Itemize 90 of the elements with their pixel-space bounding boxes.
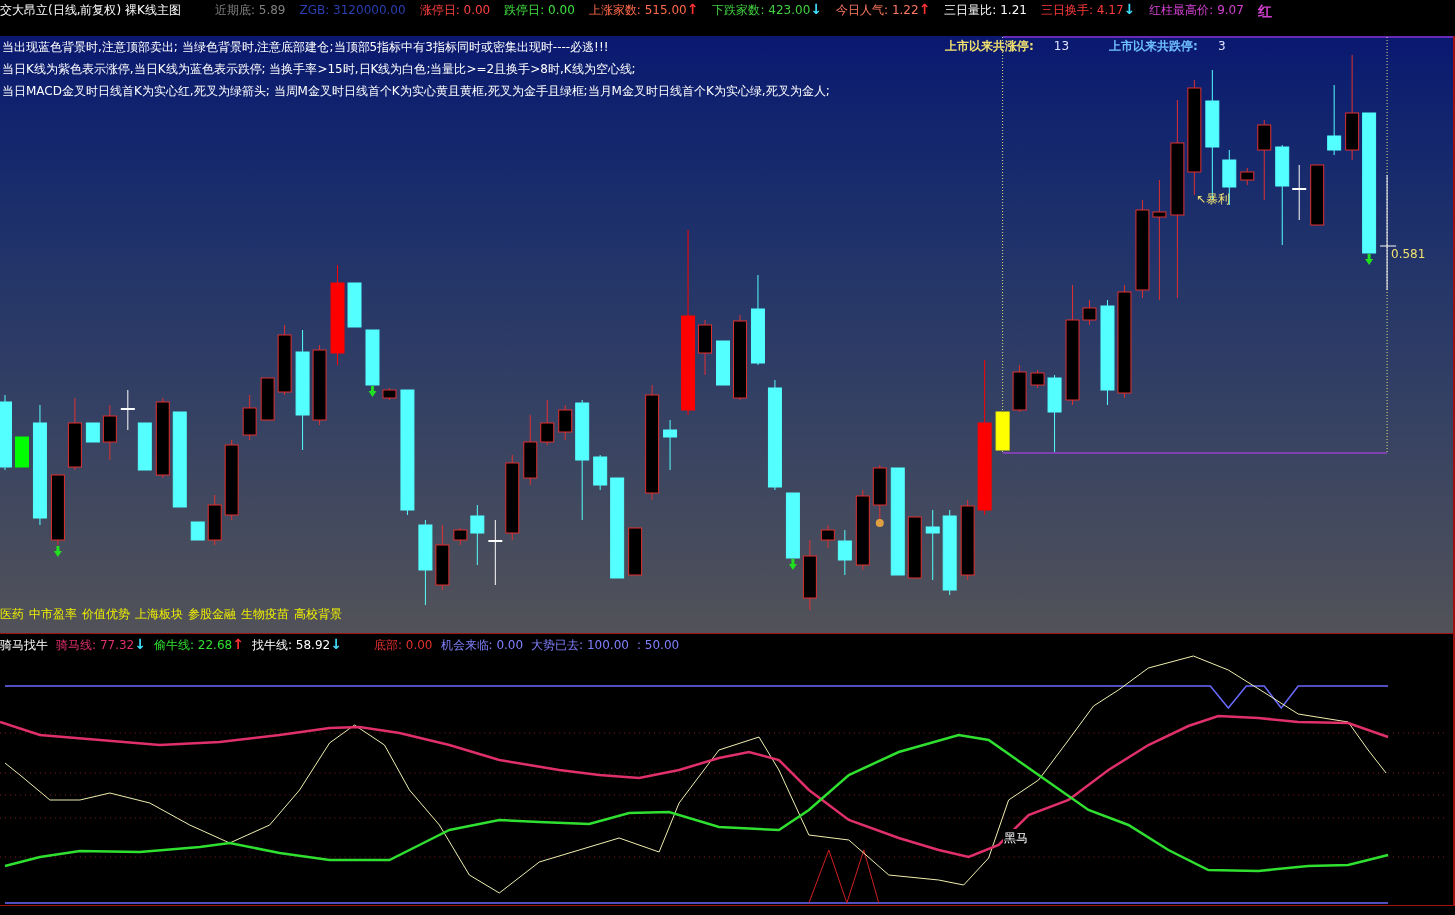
header-stat: 近期底: 5.89 [214,2,286,19]
indicator-value: 底部: 0.00 [373,637,433,654]
trend-arrow: ↓ [330,636,342,654]
profit-label: ↖暴利 [1196,191,1231,208]
sector-tag: 上海板块 [135,605,183,623]
header-stat: ZGB: 3120000.00 [299,2,406,19]
limit-count-label: 上市以来共跌停: [1109,38,1198,55]
candlestick [453,527,468,546]
candlestick [1240,167,1255,186]
header-stat: 今日人气: 1.22 [836,2,919,19]
candlestick [628,527,643,576]
header-stat: 三日换手: 4.17 [1040,2,1124,19]
sector-tag: 价值优势 [82,605,130,623]
candlestick [277,324,292,396]
candlestick [382,387,397,401]
candlestick [119,389,136,431]
limit-count-value: 3 [1217,38,1226,55]
sector-tag: 高校背景 [294,605,342,623]
candlestick [523,414,538,486]
trend-arrow: ↑ [918,1,931,19]
indicator-title: 骑马找牛 [0,637,48,654]
trend-arrow: ↓ [810,1,823,19]
indicator-value: 找牛线: 58.92 [251,637,331,654]
candlestick [925,509,940,581]
trend-arrow: ↓ [1123,1,1136,19]
candlestick [785,492,800,559]
marker-dot-icon [875,519,884,527]
indicator-value: 大势已去: 100.00 [531,637,629,654]
header-stat: 下跌家数: 423.00 [712,2,811,19]
indicator-value: 偷牛线: 22.68 [153,637,233,654]
trend-arrow: ↑ [232,636,244,654]
dark-horse-label: 黑马 [1003,829,1029,847]
indicator-value: 机会来临: 0.00 [440,637,524,654]
header-stat: 红 [1257,2,1272,21]
indicator-value: 骑马线: 77.32 [56,637,135,654]
header-stat: 跌停日: 0.00 [504,2,575,19]
candlestick [995,411,1010,451]
candlestick [190,521,205,541]
sector-tag: 医药 [0,605,24,623]
candlestick [593,454,608,491]
trend-arrow: ↓ [134,636,146,654]
candlestick [50,474,65,546]
candlestick [1012,364,1027,413]
candlestick [558,404,573,441]
down-arrow-icon [53,546,62,557]
candlestick [1082,299,1097,326]
candlestick [1327,84,1342,156]
candlestick [137,422,152,471]
bottom-signal-line [808,849,880,904]
down-arrow-icon [1365,254,1374,265]
candlestick [435,524,450,591]
header-stat: 三日量比: 1.21 [944,2,1027,19]
candlestick [716,340,730,386]
header-stat: 红柱最高价: 9.07 [1149,2,1244,19]
candlestick [487,519,504,586]
note-text: 当日K线为紫色表示涨停,当日K线为蓝色表示跌停; 当换手率>15时,日K线为白色;当量比>=2且换手>8时,K线为空心线; [2,61,637,78]
candlestick [1030,369,1045,389]
candlestick [470,504,485,566]
sector-tag: 中市盈率 [29,605,77,623]
candlestick [540,399,555,446]
candlestick [207,494,222,546]
candlestick [663,419,678,471]
candlestick [698,319,712,376]
candlestick [15,436,29,468]
candlestick [365,329,380,386]
candlestick [347,282,362,328]
candlestick [837,529,852,576]
header-stat: 涨停日: 0.00 [419,2,491,19]
sector-tag: 参股金融 [188,605,236,623]
indicator-value: : 50.00 [636,637,680,654]
candlestick [85,422,100,443]
candlestick [872,464,887,521]
candlestick [260,377,275,421]
candlestick [802,539,817,611]
down-arrow-icon [788,559,797,570]
down-arrow-icon [368,386,377,397]
header-stat: 上涨家数: 515.00 [588,2,687,19]
candlestick [820,524,835,549]
candlestick [907,516,922,579]
price-label: 0.581 [1391,246,1426,263]
limit-count-label: 上市以来共涨停: [945,38,1034,55]
trend-arrow: ↑ [686,1,699,19]
limit-count-value: 13 [1053,38,1070,55]
note-text: 当日MACD金叉时日线首K为实心红,死叉为绿箭头; 当周M金叉时日线首个K为实心黄且黄框,死叉为金手且绿框;当月M金叉时日线首个K为实心绿,死叉为金人; [2,83,830,100]
chart-title: 交大昂立(日线,前复权) 裸K线主图 [0,2,181,19]
note-text: 当出现蓝色背景时,注意顶部卖出; 当绿色背景时,注意底部建仓;当顶部5指标中有3指标同时或密集出现时----必逃!!! [2,39,610,56]
sector-tag: 生物疫苗 [241,605,289,623]
candlestick [1310,164,1325,226]
candlestick [102,404,117,461]
candlestick [242,394,257,441]
